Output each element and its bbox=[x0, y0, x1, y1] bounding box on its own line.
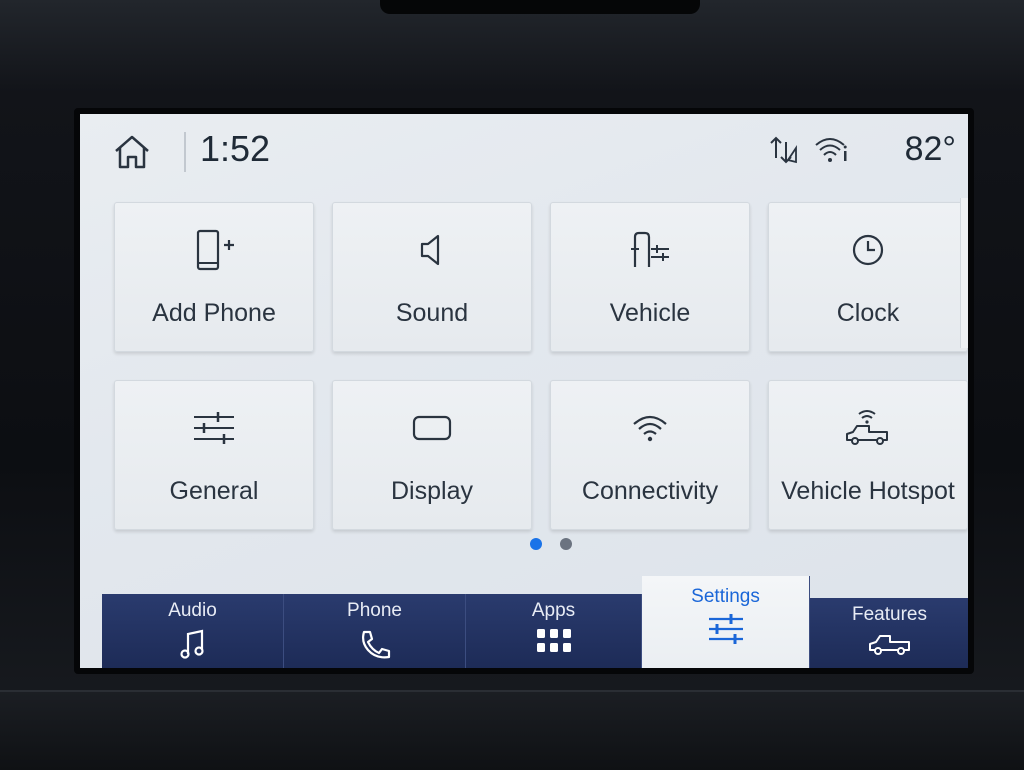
sliders-icon bbox=[194, 412, 234, 444]
nav-tab-apps[interactable]: Apps bbox=[466, 594, 642, 668]
tile-label: Vehicle Hotspot bbox=[781, 477, 955, 505]
tile-general[interactable]: General bbox=[114, 380, 314, 530]
home-icon bbox=[115, 135, 149, 169]
truck-wifi-icon bbox=[846, 410, 888, 445]
status-bar: 1:52 82° bbox=[80, 114, 968, 186]
tile-label: Add Phone bbox=[152, 299, 276, 327]
tile-clock[interactable]: Clock bbox=[768, 202, 968, 352]
tile-connectivity[interactable]: Connectivity bbox=[550, 380, 750, 530]
tile-sound[interactable]: Sound bbox=[332, 202, 532, 352]
clock-icon bbox=[852, 234, 884, 266]
page-dot[interactable] bbox=[560, 538, 572, 550]
dashboard-bezel: 1:52 82° Add Phone Sound Vehicle Clock G… bbox=[0, 0, 1024, 770]
tile-label: Clock bbox=[836, 299, 900, 327]
data-transfer-icon bbox=[770, 136, 797, 164]
app-grid-icon bbox=[536, 629, 571, 652]
tile-label: Sound bbox=[395, 299, 469, 327]
display-icon bbox=[412, 415, 452, 441]
music-note-icon bbox=[179, 629, 204, 659]
tile-label: General bbox=[169, 477, 259, 505]
nav-label: Phone bbox=[347, 600, 402, 621]
bezel-slot bbox=[380, 0, 700, 14]
vehicle-settings-icon bbox=[631, 231, 669, 267]
tile-label: Vehicle bbox=[609, 299, 691, 327]
truck-icon bbox=[868, 635, 910, 655]
nav-tab-features[interactable]: Features bbox=[810, 598, 968, 668]
tile-add-phone[interactable]: Add Phone bbox=[114, 202, 314, 352]
add-phone-icon bbox=[196, 229, 234, 271]
infotainment-screen: 1:52 82° Add Phone Sound Vehicle Clock G… bbox=[74, 108, 974, 674]
tile-vehicle[interactable]: Vehicle bbox=[550, 202, 750, 352]
nav-tab-audio[interactable]: Audio bbox=[102, 594, 284, 668]
status-time: 1:52 bbox=[200, 128, 271, 169]
nav-label: Apps bbox=[531, 600, 576, 621]
speaker-icon bbox=[420, 234, 440, 266]
wifi-icon bbox=[633, 415, 667, 442]
settings-grid: Add Phone Sound Vehicle Clock General Di… bbox=[114, 198, 968, 538]
bottom-nav: Audio Phone Apps Settings Features bbox=[80, 576, 968, 668]
tile-label: Display bbox=[391, 477, 473, 505]
page-indicator bbox=[530, 538, 572, 550]
wifi-info-icon bbox=[815, 138, 847, 162]
tile-display[interactable]: Display bbox=[332, 380, 532, 530]
next-page-tile-edge bbox=[960, 198, 968, 348]
phone-handset-icon bbox=[361, 630, 390, 659]
bezel-lip bbox=[0, 690, 1024, 770]
nav-label: Features bbox=[852, 604, 927, 625]
nav-label: Audio bbox=[168, 600, 217, 621]
nav-tab-settings[interactable]: Settings bbox=[642, 576, 810, 668]
tile-label: Connectivity bbox=[581, 477, 719, 505]
tile-vehicle-hotspot[interactable]: Vehicle Hotspot bbox=[768, 380, 968, 530]
nav-label: Settings bbox=[691, 586, 760, 607]
home-button[interactable] bbox=[110, 132, 154, 172]
status-icons bbox=[768, 134, 850, 166]
page-dot-active[interactable] bbox=[530, 538, 542, 550]
status-divider bbox=[184, 132, 186, 172]
settings-sliders-icon bbox=[708, 614, 743, 644]
nav-tab-phone[interactable]: Phone bbox=[284, 594, 466, 668]
status-temperature: 82° bbox=[904, 130, 956, 168]
